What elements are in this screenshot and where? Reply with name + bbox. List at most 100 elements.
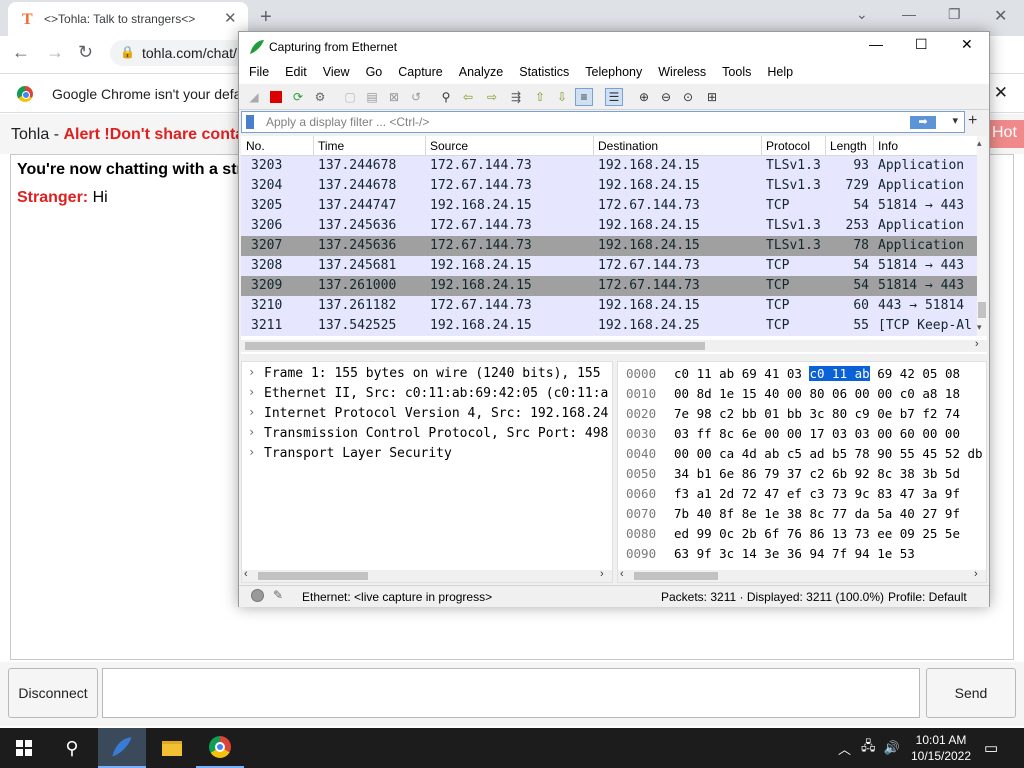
details-hscroll-thumb[interactable] [258, 572, 368, 580]
start-capture-icon[interactable]: ◢ [245, 88, 263, 106]
new-tab-button[interactable]: + [260, 6, 272, 29]
status-profile[interactable]: Profile: Default [888, 590, 967, 604]
menu-statistics[interactable]: Statistics [511, 62, 577, 84]
stop-capture-icon[interactable] [267, 88, 285, 106]
detail-tree-item[interactable]: › Ethernet II, Src: c0:11:ab:69:42:05 (c0… [242, 384, 612, 404]
autoscroll-icon[interactable]: ≡ [575, 88, 593, 106]
detail-tree-item[interactable]: › Internet Protocol Version 4, Src: 192.1… [242, 404, 612, 424]
menu-analyze[interactable]: Analyze [451, 62, 511, 84]
packet-list[interactable]: No. Time Source Destination Protocol Len… [241, 136, 987, 354]
volume-icon[interactable]: 🔊 [884, 740, 900, 756]
filter-bookmark-icon[interactable] [246, 115, 254, 129]
disconnect-button[interactable]: Disconnect [8, 668, 98, 718]
col-length[interactable]: Length [830, 139, 867, 153]
scroll-down-icon[interactable]: ▾ [977, 322, 982, 333]
apply-filter-arrow-icon[interactable]: ➡ [910, 116, 936, 129]
display-filter-input[interactable]: Apply a display filter ... <Ctrl-/> ➡ ▾ [241, 111, 965, 133]
forward-arrow-icon[interactable]: → [46, 42, 64, 63]
filter-dropdown-icon[interactable]: ▾ [952, 114, 958, 127]
scroll-right-icon[interactable]: › [975, 338, 979, 350]
packet-row[interactable]: 3208 137.245681 192.168.24.15 172.67.144.73… [241, 256, 977, 276]
bytes-hscroll[interactable]: ‹ › [618, 568, 986, 582]
expand-chevron-icon[interactable]: › [248, 425, 255, 439]
packet-row[interactable]: 3207 137.245636 172.67.144.73 192.168.24.15… [241, 236, 977, 256]
details-hscroll[interactable]: ‹ › [242, 568, 612, 582]
go-forward-icon[interactable]: ⇨ [483, 88, 501, 106]
taskbar-wireshark[interactable] [98, 728, 146, 768]
go-back-icon[interactable]: ⇦ [459, 88, 477, 106]
menu-view[interactable]: View [315, 62, 358, 84]
hot-badge[interactable]: Hot [986, 120, 1024, 148]
minimize-window-icon[interactable]: — [902, 6, 916, 22]
packet-row[interactable]: 3205 137.244747 192.168.24.15 172.67.144.73… [241, 196, 977, 216]
capture-comment-icon[interactable]: ✎ [273, 588, 283, 602]
detail-tree-item[interactable]: › Frame 1: 155 bytes on wire (1240 bits),… [242, 364, 612, 384]
scroll-left-icon[interactable]: ‹ [620, 568, 624, 580]
search-icon[interactable]: ⚲ [48, 728, 96, 768]
packet-row[interactable]: 3204 137.244678 172.67.144.73 192.168.24.15… [241, 176, 977, 196]
col-source[interactable]: Source [430, 139, 468, 153]
zoom-out-icon[interactable]: ⊖ [657, 88, 675, 106]
menu-wireless[interactable]: Wireless [650, 62, 714, 84]
close-file-icon[interactable]: ⊠ [385, 88, 403, 106]
close-tab-icon[interactable]: ✕ [224, 9, 237, 27]
expert-info-icon[interactable] [251, 589, 264, 602]
packet-row[interactable]: 3206 137.245636 172.67.144.73 192.168.24.15… [241, 216, 977, 236]
packet-row[interactable]: 3211 137.542525 192.168.24.15 192.168.24.25… [241, 316, 977, 336]
first-packet-icon[interactable]: ⇧ [531, 88, 549, 106]
show-hidden-icons-icon[interactable]: ︿ [838, 739, 851, 758]
find-packet-icon[interactable]: ⚲ [437, 88, 455, 106]
zoom-normal-icon[interactable]: ⊙ [679, 88, 697, 106]
packet-bytes[interactable]: 0000 c0 11 ab 69 41 03 c0 11 ab 69 42 05 … [617, 361, 987, 583]
last-packet-icon[interactable]: ⇩ [553, 88, 571, 106]
detail-tree-item[interactable]: › Transmission Control Protocol, Src Port… [242, 424, 612, 444]
expand-chevron-icon[interactable]: › [248, 445, 255, 459]
menu-tools[interactable]: Tools [714, 62, 759, 84]
vscroll-thumb[interactable] [978, 302, 986, 318]
packet-list-vscroll[interactable]: ▴ ▾ [977, 136, 987, 336]
col-destination[interactable]: Destination [598, 139, 658, 153]
resize-columns-icon[interactable]: ⊞ [703, 88, 721, 106]
packet-row[interactable]: 3203 137.244678 172.67.144.73 192.168.24.15… [241, 156, 977, 176]
col-info[interactable]: Info [878, 139, 898, 153]
ws-close-icon[interactable]: ✕ [961, 36, 973, 53]
taskbar-chrome[interactable] [196, 728, 244, 768]
infobar-close-icon[interactable]: ✕ [994, 83, 1008, 103]
add-filter-button[interactable]: + [968, 112, 977, 130]
colorize-icon[interactable]: ☰ [605, 88, 623, 106]
menu-file[interactable]: File [241, 62, 277, 84]
col-protocol[interactable]: Protocol [766, 139, 810, 153]
packet-row[interactable]: 3209 137.261000 192.168.24.15 172.67.144.73… [241, 276, 977, 296]
detail-tree-item[interactable]: › Transport Layer Security [242, 444, 612, 464]
packet-list-hscroll[interactable]: › [241, 338, 987, 352]
packet-details[interactable]: › Frame 1: 155 bytes on wire (1240 bits),… [241, 361, 613, 583]
menu-telephony[interactable]: Telephony [577, 62, 650, 84]
save-file-icon[interactable]: ▤ [363, 88, 381, 106]
reload-file-icon[interactable]: ↺ [407, 88, 425, 106]
menu-edit[interactable]: Edit [277, 62, 315, 84]
reload-icon[interactable]: ↻ [78, 42, 93, 63]
scroll-right-icon[interactable]: › [974, 568, 978, 580]
open-file-icon[interactable]: ▢ [341, 88, 359, 106]
menu-capture[interactable]: Capture [390, 62, 450, 84]
menu-help[interactable]: Help [759, 62, 801, 84]
packet-row[interactable]: 3210 137.261182 172.67.144.73 192.168.24.15… [241, 296, 977, 316]
col-time[interactable]: Time [318, 139, 344, 153]
expand-chevron-icon[interactable]: › [248, 385, 255, 399]
ws-minimize-icon[interactable]: — [869, 36, 883, 52]
scroll-left-icon[interactable]: ‹ [244, 568, 248, 580]
scroll-right-icon[interactable]: › [600, 568, 604, 580]
scroll-up-icon[interactable]: ▴ [977, 138, 982, 149]
capture-options-icon[interactable]: ⚙ [311, 88, 329, 106]
browser-tab[interactable]: T <>Tohla: Talk to strangers<> ✕ [8, 2, 248, 36]
taskbar-file-explorer[interactable] [148, 728, 196, 768]
start-button[interactable] [0, 728, 48, 768]
tab-search-icon[interactable]: ⌄ [856, 6, 868, 23]
col-no[interactable]: No. [246, 139, 265, 153]
ws-maximize-icon[interactable]: ☐ [915, 36, 928, 53]
zoom-in-icon[interactable]: ⊕ [635, 88, 653, 106]
restart-capture-icon[interactable]: ⟳ [289, 88, 307, 106]
network-icon[interactable]: 🖧 [861, 737, 876, 759]
clock[interactable]: 10:01 AM 10/15/2022 [910, 728, 972, 768]
back-arrow-icon[interactable]: ← [12, 42, 30, 63]
